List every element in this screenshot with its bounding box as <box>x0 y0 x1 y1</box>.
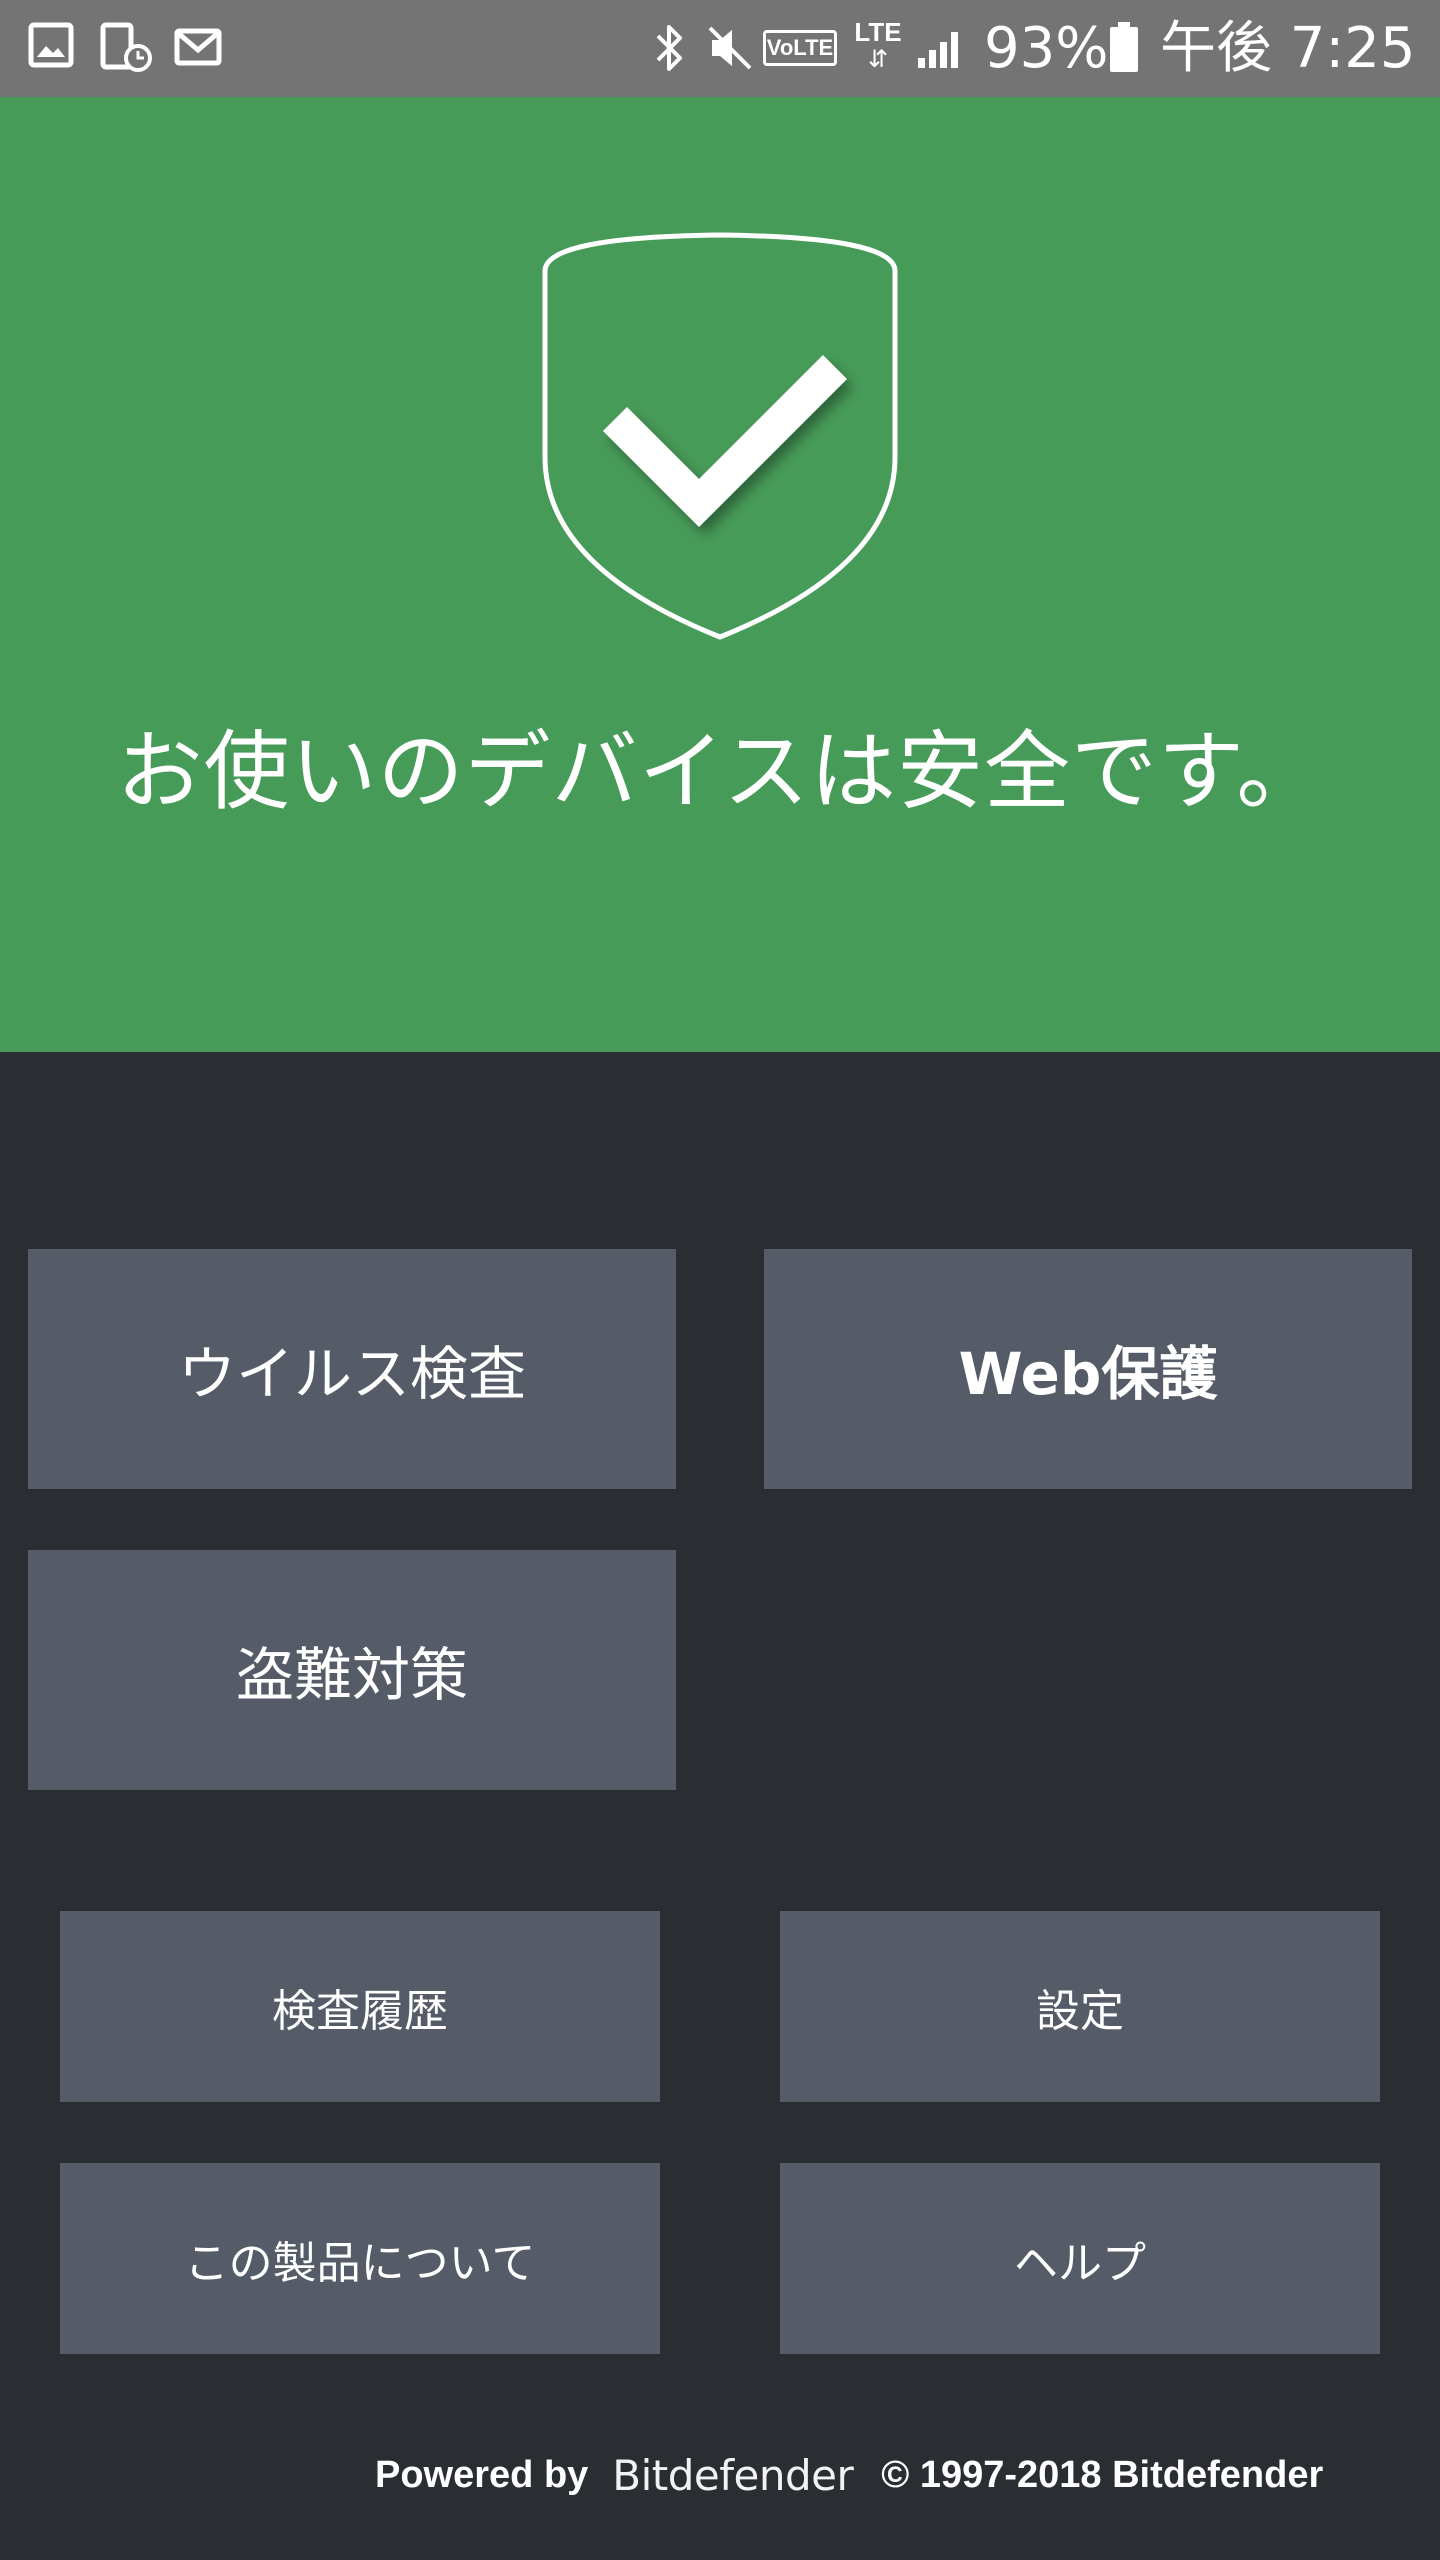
clock: 午後 7:25 <box>1160 16 1416 81</box>
status-title: お使いのデバイスは安全です。 <box>116 722 1324 822</box>
screenshot-icon <box>100 22 152 72</box>
about-button[interactable]: この製品について <box>60 2163 660 2354</box>
web-protection-label: Web保護 <box>958 1340 1218 1408</box>
virus-scan-button[interactable]: ウイルス検査 <box>28 1249 676 1489</box>
settings-button[interactable]: 設定 <box>780 1911 1380 2102</box>
help-label: ヘルプ <box>1014 2237 1146 2289</box>
virus-scan-label: ウイルス検査 <box>177 1340 526 1408</box>
copyright-label: © 1997-2018 Bitdefender <box>881 2453 1324 2496</box>
shield-check-icon <box>542 232 898 640</box>
battery-icon <box>1110 22 1138 72</box>
footer: Powered by Bitdefender © 1997-2018 Bitde… <box>375 2445 1323 2505</box>
bluetooth-icon <box>656 25 682 71</box>
settings-label: 設定 <box>1036 1985 1124 2037</box>
about-label: この製品について <box>184 2237 536 2289</box>
web-protection-button[interactable]: Web保護 <box>764 1249 1412 1489</box>
powered-by-label: Powered by <box>375 2453 589 2496</box>
battery-percent: 93% <box>984 16 1109 81</box>
lte-icon: LTE ⇵ <box>850 18 906 78</box>
anti-theft-label: 盗難対策 <box>235 1641 468 1709</box>
volte-icon: VoLTE <box>763 30 837 66</box>
protection-status-panel: お使いのデバイスは安全です。 <box>0 97 1440 1052</box>
help-button[interactable]: ヘルプ <box>780 2163 1380 2354</box>
signal-icon <box>918 32 958 68</box>
scan-history-button[interactable]: 検査履歴 <box>60 1911 660 2102</box>
data-arrows-icon: ⇵ <box>867 45 889 73</box>
anti-theft-button[interactable]: 盗難対策 <box>28 1550 676 1790</box>
mute-icon <box>708 26 752 70</box>
lte-label: LTE <box>854 17 902 47</box>
gallery-icon <box>28 22 74 68</box>
mail-icon <box>174 28 222 66</box>
bitdefender-logo: Bitdefender <box>612 2450 854 2500</box>
status-bar: VoLTE LTE ⇵ 93% 午後 7:25 <box>0 0 1440 97</box>
scan-history-label: 検査履歴 <box>272 1985 448 2037</box>
